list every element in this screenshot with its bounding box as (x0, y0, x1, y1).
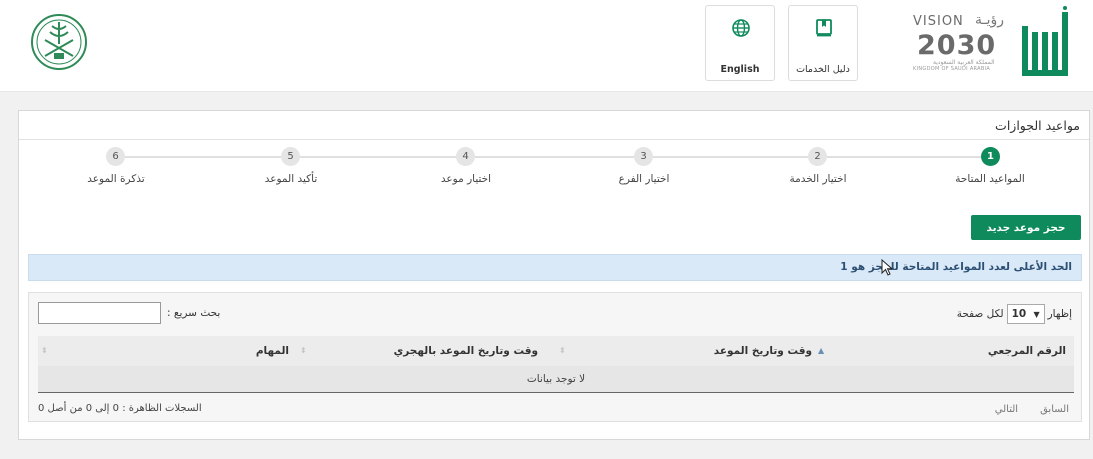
records-info: السجلات الظاهرة : 0 إلى 0 من أصل 0 (38, 403, 202, 414)
appointments-table-panel: إظهار 10 ▼ لكل صفحة بحث سريع : الرقم الم… (28, 292, 1082, 422)
step-3-indicator: 3 (634, 147, 653, 166)
page-size-control: إظهار 10 ▼ لكل صفحة (957, 304, 1072, 324)
column-header-datetime[interactable]: وقت وتاريخ الموعد (714, 345, 812, 357)
step-6-indicator: 6 (106, 147, 125, 166)
pagination: السابق التالي (995, 404, 1069, 415)
step-6-label: تذكرة الموعد (87, 173, 145, 185)
show-label: إظهار (1047, 308, 1072, 320)
table-row-empty: لا توجد بيانات (38, 366, 1074, 393)
table-header-row: الرقم المرجعي ▲ وقت وتاريخ الموعد ⬍ وقت … (38, 336, 1074, 366)
step-1-indicator: 1 (981, 147, 1000, 166)
step-2-label: اختيار الخدمة (789, 173, 847, 185)
page-title: مواعيد الجوازات (995, 118, 1080, 133)
max-appointments-text: الحد الأعلى لعدد المواعيد المتاحة للحجز … (840, 261, 1072, 273)
top-header: English دليل الخدمات VISION رؤيـة 2030 ا… (0, 0, 1093, 92)
appointments-card: مواعيد الجوازات 1 المواعيد المتاحة 2 اخت… (18, 110, 1090, 440)
globe-icon (732, 19, 750, 37)
step-1-label: المواعيد المتاحة (955, 173, 1025, 185)
vision-word: VISION (913, 14, 964, 29)
english-label: English (720, 64, 760, 75)
vision-year: 2030 (917, 30, 997, 61)
previous-page-button[interactable]: السابق (1040, 404, 1069, 415)
info-alert: الحد الأعلى لعدد المواعيد المتاحة للحجز … (28, 254, 1082, 281)
vision-2030-logo: VISION رؤيـة 2030 المملكة العربية السعود… (913, 12, 1011, 76)
book-icon (816, 19, 832, 37)
chevron-down-icon: ▼ (1033, 309, 1040, 319)
next-page-button[interactable]: التالي (995, 404, 1018, 415)
services-guide-button[interactable]: دليل الخدمات (788, 5, 858, 81)
column-header-reference[interactable]: الرقم المرجعي (988, 345, 1066, 357)
step-2-indicator: 2 (808, 147, 827, 166)
vision-arabic: رؤيـة (975, 12, 1005, 28)
per-page-label: لكل صفحة (956, 308, 1004, 320)
sort-icon[interactable]: ⬍ (41, 346, 48, 355)
step-5-label: تأكيد الموعد (264, 173, 318, 185)
step-3-label: اختيار الفرع (618, 173, 670, 185)
english-language-button[interactable]: English (705, 5, 775, 81)
page-size-select[interactable]: 10 ▼ (1006, 304, 1045, 324)
quick-search-input[interactable] (38, 302, 161, 324)
page-size-value: 10 (1011, 308, 1027, 320)
step-4-label: اختيار موعد (440, 173, 492, 185)
saudi-emblem-icon (31, 14, 87, 70)
column-header-hijri-datetime[interactable]: وقت وتاريخ الموعد بالهجري (394, 345, 538, 357)
absher-logo (1022, 6, 1068, 76)
quick-search: بحث سريع : (38, 302, 220, 324)
quick-search-label: بحث سريع : (167, 307, 221, 319)
no-data-text: لا توجد بيانات (526, 373, 586, 385)
sort-icon[interactable]: ⬍ (559, 346, 566, 355)
sort-asc-icon[interactable]: ▲ (818, 346, 824, 355)
vision-sub-ar: المملكة العربية السعودية (933, 59, 995, 66)
title-divider (19, 139, 1089, 140)
column-header-actions[interactable]: المهام (256, 345, 289, 357)
step-4-indicator: 4 (456, 147, 475, 166)
wizard-stepper: 1 المواعيد المتاحة 2 اختيار الخدمة 3 اخت… (19, 145, 1091, 195)
stepper-line (114, 156, 994, 158)
new-appointment-button[interactable]: حجز موعد جديد (971, 215, 1081, 240)
step-5-indicator: 5 (281, 147, 300, 166)
sort-icon[interactable]: ⬍ (300, 346, 307, 355)
services-guide-label: دليل الخدمات (796, 64, 850, 75)
cursor-icon (881, 259, 894, 276)
vision-sub-en: KINGDOM OF SAUDI ARABIA (913, 66, 991, 72)
